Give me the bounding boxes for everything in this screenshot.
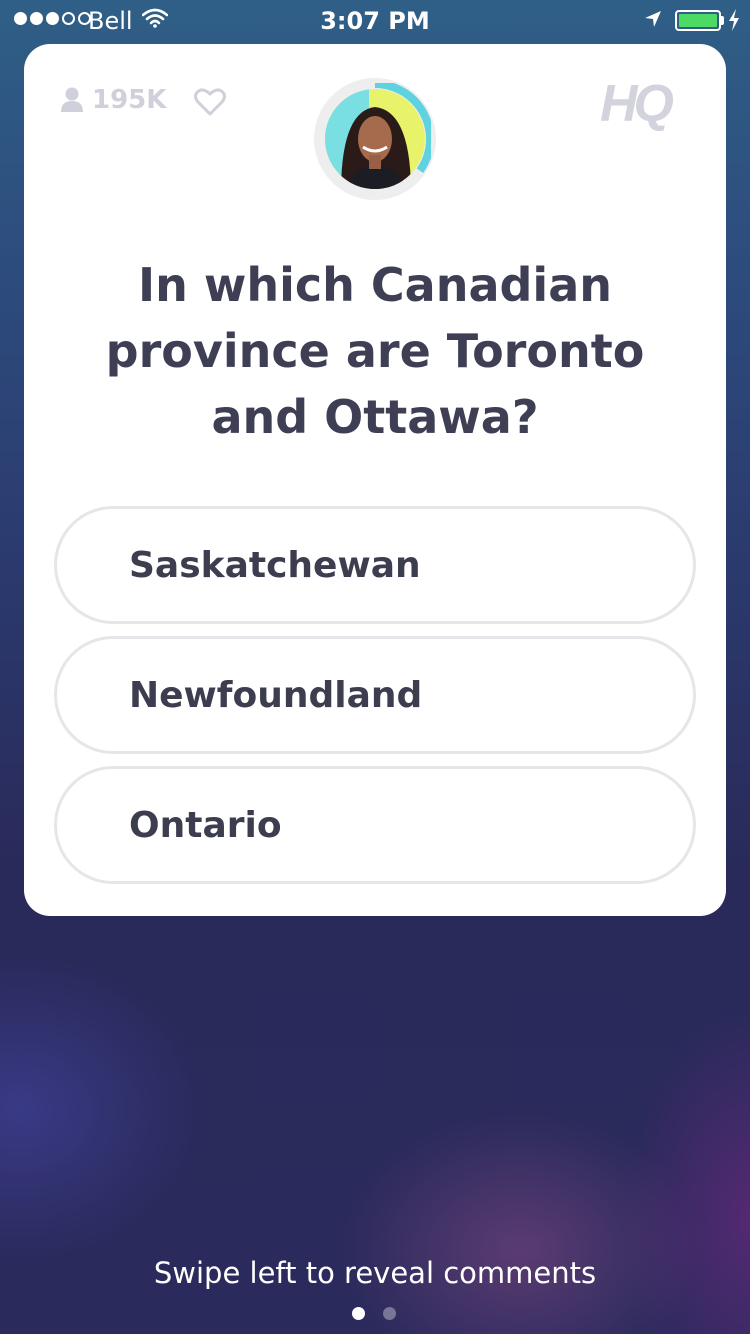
host-avatar [314,78,436,200]
answer-label: Newfoundland [129,674,423,716]
battery-cap [721,16,724,25]
location-arrow-icon [643,9,663,33]
answer-option-3[interactable]: Ontario [54,766,696,884]
battery-icon [675,10,721,31]
viewer-count-label: 195K [92,85,167,115]
charging-bolt-icon [728,9,740,35]
page-dot [383,1307,396,1320]
clock: 3:07 PM [320,7,430,35]
answer-option-1[interactable]: Saskatchewan [54,506,696,624]
answer-option-2[interactable]: Newfoundland [54,636,696,754]
viewer-count: 195K [60,85,166,115]
answer-label: Saskatchewan [129,544,421,586]
status-bar: Bell 3:07 PM [0,0,750,40]
swipe-hint: Swipe left to reveal comments [153,1256,597,1290]
page-indicator [352,1307,396,1320]
question-text: In which Canadian province are Toronto a… [105,258,645,444]
page-dot-active [352,1307,365,1320]
heart-icon[interactable] [194,88,226,120]
hq-logo: HQ [600,75,674,133]
answer-label: Ontario [129,804,282,846]
question-card: 195K HQ In which Canadian province are T… [24,44,726,916]
person-icon [61,87,83,112]
